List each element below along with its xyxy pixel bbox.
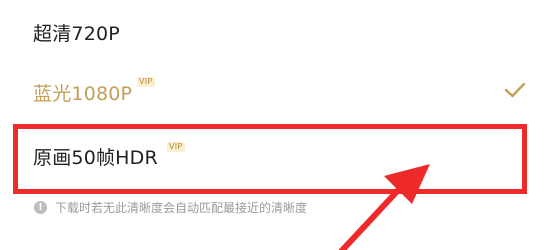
vip-badge: VIP <box>137 77 155 87</box>
hint-text: 下载时若无此清晰度会自动匹配最接近的清晰度 <box>55 201 308 215</box>
quality-option-1080p[interactable]: 蓝光1080P VIP <box>0 64 550 120</box>
quality-selection-screen: 超清720P 蓝光1080P VIP 原画50帧HDR VIP ! 下载时若无此… <box>0 0 550 250</box>
checkmark-icon <box>504 82 526 98</box>
quality-option-label: 蓝光1080P <box>33 82 133 105</box>
highlight-box <box>13 124 527 194</box>
info-icon: ! <box>34 201 47 214</box>
quality-option-label: 超清720P <box>33 22 120 45</box>
download-hint: ! 下载时若无此清晰度会自动匹配最接近的清晰度 <box>34 199 307 216</box>
quality-option-720p[interactable]: 超清720P <box>0 4 550 60</box>
